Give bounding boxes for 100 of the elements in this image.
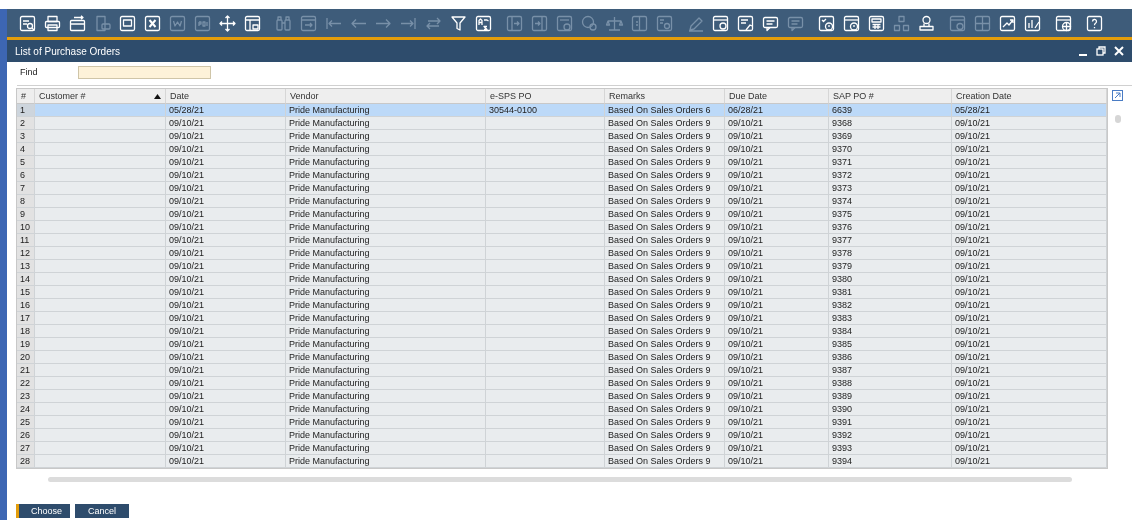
column-header[interactable]: Creation Date bbox=[952, 89, 1107, 104]
table-cell[interactable]: 09/10/21 bbox=[952, 182, 1107, 195]
table-cell[interactable]: Pride Manufacturing bbox=[286, 143, 486, 156]
table-cell[interactable] bbox=[35, 195, 166, 208]
table-cell[interactable]: Pride Manufacturing bbox=[286, 416, 486, 429]
table-cell[interactable] bbox=[486, 390, 605, 403]
table-cell[interactable]: Based On Sales Orders 9 bbox=[605, 351, 725, 364]
table-cell[interactable]: 9381 bbox=[829, 286, 952, 299]
table-cell[interactable]: Based On Sales Orders 9 bbox=[605, 364, 725, 377]
table-cell[interactable]: 09/10/21 bbox=[166, 182, 286, 195]
table-cell[interactable]: Pride Manufacturing bbox=[286, 325, 486, 338]
row-number-cell[interactable]: 17 bbox=[17, 312, 35, 325]
help-button[interactable] bbox=[1085, 13, 1104, 33]
table-cell[interactable]: 09/10/21 bbox=[952, 351, 1107, 364]
table-cell[interactable]: 09/10/21 bbox=[725, 247, 829, 260]
calculator-button[interactable] bbox=[867, 13, 886, 33]
print-button[interactable] bbox=[43, 13, 62, 33]
table-cell[interactable]: 09/10/21 bbox=[952, 403, 1107, 416]
table-cell[interactable]: Pride Manufacturing bbox=[286, 286, 486, 299]
dialog-button[interactable]: Choose bbox=[16, 504, 70, 518]
table-cell[interactable]: 09/10/21 bbox=[166, 169, 286, 182]
dialog-button[interactable]: Cancel bbox=[75, 504, 129, 518]
table-cell[interactable]: 9374 bbox=[829, 195, 952, 208]
table-cell[interactable]: 09/10/21 bbox=[166, 455, 286, 468]
table-cell[interactable]: Pride Manufacturing bbox=[286, 117, 486, 130]
row-number-cell[interactable]: 26 bbox=[17, 429, 35, 442]
table-cell[interactable] bbox=[486, 312, 605, 325]
find-field[interactable] bbox=[78, 66, 211, 79]
table-cell[interactable] bbox=[35, 455, 166, 468]
table-cell[interactable]: Based On Sales Orders 9 bbox=[605, 208, 725, 221]
table-cell[interactable]: 09/10/21 bbox=[725, 221, 829, 234]
table-cell[interactable]: 09/10/21 bbox=[166, 299, 286, 312]
horizontal-scrollbar[interactable] bbox=[48, 477, 1072, 482]
table-cell[interactable] bbox=[486, 429, 605, 442]
table-cell[interactable]: 09/10/21 bbox=[166, 208, 286, 221]
table-cell[interactable]: Based On Sales Orders 9 bbox=[605, 429, 725, 442]
table-cell[interactable]: 09/10/21 bbox=[166, 416, 286, 429]
table-cell[interactable] bbox=[35, 377, 166, 390]
table-cell[interactable]: 09/10/21 bbox=[166, 130, 286, 143]
table-cell[interactable]: 09/10/21 bbox=[725, 169, 829, 182]
table-cell[interactable]: 09/10/21 bbox=[952, 286, 1107, 299]
row-number-cell[interactable]: 5 bbox=[17, 156, 35, 169]
row-number-cell[interactable]: 8 bbox=[17, 195, 35, 208]
table-cell[interactable]: 09/10/21 bbox=[952, 156, 1107, 169]
column-header[interactable]: Due Date bbox=[725, 89, 829, 104]
table-cell[interactable]: 30544-0100 bbox=[486, 104, 605, 117]
table-cell[interactable]: 9380 bbox=[829, 273, 952, 286]
row-number-cell[interactable]: 21 bbox=[17, 364, 35, 377]
table-cell[interactable] bbox=[486, 286, 605, 299]
table-cell[interactable] bbox=[35, 338, 166, 351]
row-number-cell[interactable]: 6 bbox=[17, 169, 35, 182]
table-cell[interactable]: 09/10/21 bbox=[952, 247, 1107, 260]
table-cell[interactable] bbox=[35, 130, 166, 143]
table-cell[interactable]: 09/10/21 bbox=[725, 234, 829, 247]
table-cell[interactable]: 9378 bbox=[829, 247, 952, 260]
table-cell[interactable] bbox=[35, 286, 166, 299]
table-cell[interactable]: Based On Sales Orders 9 bbox=[605, 286, 725, 299]
table-cell[interactable]: Pride Manufacturing bbox=[286, 299, 486, 312]
table-cell[interactable] bbox=[486, 416, 605, 429]
table-cell[interactable] bbox=[35, 312, 166, 325]
table-cell[interactable]: 09/10/21 bbox=[725, 143, 829, 156]
row-number-cell[interactable]: 24 bbox=[17, 403, 35, 416]
table-cell[interactable]: 09/10/21 bbox=[725, 364, 829, 377]
table-cell[interactable]: Pride Manufacturing bbox=[286, 247, 486, 260]
table-cell[interactable]: 05/28/21 bbox=[952, 104, 1107, 117]
table-cell[interactable]: 09/10/21 bbox=[725, 156, 829, 169]
table-cell[interactable]: 09/10/21 bbox=[166, 195, 286, 208]
table-cell[interactable] bbox=[35, 390, 166, 403]
table-cell[interactable]: 9372 bbox=[829, 169, 952, 182]
row-number-cell[interactable]: 22 bbox=[17, 377, 35, 390]
preview-button[interactable] bbox=[18, 13, 37, 33]
table-cell[interactable]: 9377 bbox=[829, 234, 952, 247]
table-cell[interactable]: Based On Sales Orders 9 bbox=[605, 234, 725, 247]
table-cell[interactable]: 09/10/21 bbox=[166, 403, 286, 416]
row-number-cell[interactable]: 11 bbox=[17, 234, 35, 247]
table-cell[interactable] bbox=[35, 169, 166, 182]
table-cell[interactable]: 09/10/21 bbox=[166, 247, 286, 260]
table-cell[interactable]: 09/10/21 bbox=[952, 234, 1107, 247]
row-number-cell[interactable]: 16 bbox=[17, 299, 35, 312]
table-cell[interactable]: 09/10/21 bbox=[952, 416, 1107, 429]
table-cell[interactable]: Based On Sales Orders 9 bbox=[605, 455, 725, 468]
table-cell[interactable]: 9385 bbox=[829, 338, 952, 351]
table-cell[interactable]: 9370 bbox=[829, 143, 952, 156]
table-cell[interactable]: 9382 bbox=[829, 299, 952, 312]
table-cell[interactable]: 09/10/21 bbox=[952, 455, 1107, 468]
table-cell[interactable] bbox=[486, 169, 605, 182]
table-cell[interactable]: Pride Manufacturing bbox=[286, 182, 486, 195]
table-cell[interactable]: Based On Sales Orders 9 bbox=[605, 325, 725, 338]
restore-icon[interactable] bbox=[1094, 44, 1108, 58]
table-cell[interactable]: Pride Manufacturing bbox=[286, 390, 486, 403]
table-cell[interactable]: 09/10/21 bbox=[725, 208, 829, 221]
table-cell[interactable]: 09/10/21 bbox=[725, 403, 829, 416]
table-cell[interactable]: 09/10/21 bbox=[725, 442, 829, 455]
table-cell[interactable]: Based On Sales Orders 9 bbox=[605, 117, 725, 130]
table-cell[interactable] bbox=[486, 299, 605, 312]
table-cell[interactable]: 09/10/21 bbox=[725, 312, 829, 325]
table-cell[interactable]: 09/10/21 bbox=[725, 130, 829, 143]
column-header[interactable]: Vendor bbox=[286, 89, 486, 104]
table-cell[interactable] bbox=[486, 364, 605, 377]
table-cell[interactable]: Based On Sales Orders 9 bbox=[605, 312, 725, 325]
